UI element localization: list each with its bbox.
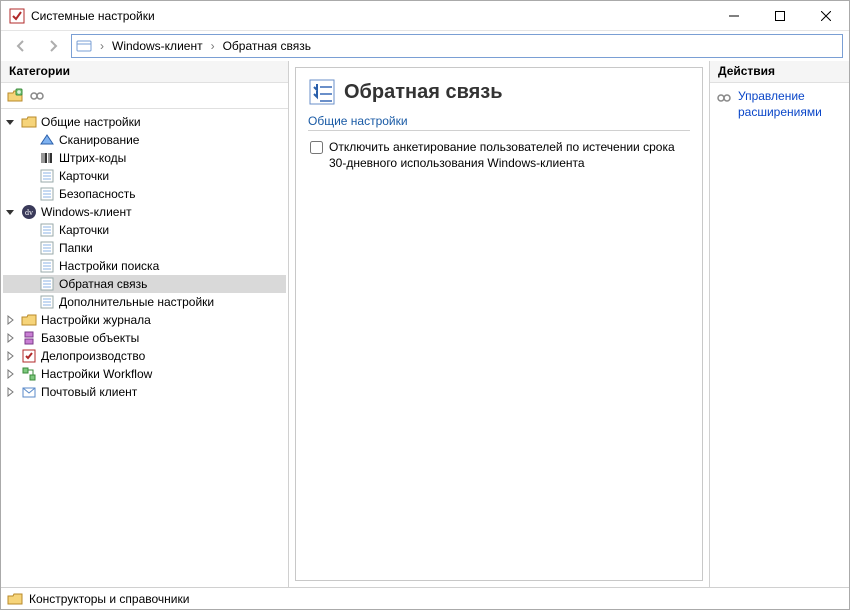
maximize-button[interactable]	[757, 1, 803, 31]
base-icon	[21, 330, 37, 346]
group-title: Общие настройки	[308, 114, 690, 128]
actions-header: Действия	[710, 61, 849, 83]
links-icon[interactable]	[29, 88, 45, 104]
sidebar-toolbar	[1, 83, 288, 109]
dv-icon: dv	[21, 204, 37, 220]
category-tree[interactable]: Общие настройки Сканирование Штрих-коды Кар…	[1, 109, 288, 587]
tree-item-label: Папки	[59, 241, 93, 255]
tree-item[interactable]: Папки	[3, 239, 286, 257]
form-icon	[39, 186, 55, 202]
address-bar[interactable]: › Windows-клиент › Обратная связь	[71, 34, 843, 58]
chevron-right-icon[interactable]	[3, 369, 17, 379]
statusbar: Конструкторы и справочники	[1, 587, 849, 609]
mail-icon	[21, 384, 37, 400]
tree-item[interactable]: Делопроизводство	[3, 347, 286, 365]
tree-item[interactable]: Обратная связь	[3, 275, 286, 293]
close-button[interactable]	[803, 1, 849, 31]
tree-item-label: Делопроизводство	[41, 349, 145, 363]
tree-item-label: Настройки поиска	[59, 259, 159, 273]
svg-text:dv: dv	[25, 208, 33, 217]
nav-toolbar: › Windows-клиент › Обратная связь	[1, 31, 849, 61]
chevron-right-icon[interactable]	[3, 387, 17, 397]
disable-survey-label[interactable]: Отключить анкетирование пользователей по…	[329, 139, 688, 171]
tree-item[interactable]: Дополнительные настройки	[3, 293, 286, 311]
folder-icon	[7, 591, 23, 607]
workflow-icon	[21, 366, 37, 382]
content-title: Обратная связь	[344, 81, 503, 104]
chevron-icon: ›	[211, 39, 215, 53]
folder-icon	[21, 114, 37, 130]
tree-item-label: Настройки журнала	[41, 313, 151, 327]
chevron-down-icon[interactable]	[3, 207, 17, 217]
chevron-right-icon[interactable]	[3, 315, 17, 325]
tree-item-label: Общие настройки	[41, 115, 141, 129]
form-icon	[39, 168, 55, 184]
window-title: Системные настройки	[31, 9, 711, 23]
nav-forward-button[interactable]	[39, 34, 67, 58]
tree-item-label: Базовые объекты	[41, 331, 139, 345]
minimize-button[interactable]	[711, 1, 757, 31]
chevron-right-icon[interactable]	[3, 351, 17, 361]
tree-item-label: Настройки Workflow	[41, 367, 152, 381]
chevron-right-icon[interactable]	[3, 333, 17, 343]
tree-item[interactable]: Настройки Workflow	[3, 365, 286, 383]
form-icon	[39, 258, 55, 274]
tree-item-label: Штрих-коды	[59, 151, 126, 165]
disable-survey-checkbox[interactable]	[310, 141, 323, 154]
scan-icon	[39, 132, 55, 148]
tree-item[interactable]: Штрих-коды	[3, 149, 286, 167]
tree-item[interactable]: Почтовый клиент	[3, 383, 286, 401]
chevron-icon: ›	[100, 39, 104, 53]
tree-item[interactable]: dv Windows-клиент	[3, 203, 286, 221]
tree-item[interactable]: Карточки	[3, 221, 286, 239]
tree-item-label: Дополнительные настройки	[59, 295, 214, 309]
nav-back-button[interactable]	[7, 34, 35, 58]
statusbar-text: Конструкторы и справочники	[29, 592, 189, 606]
tree-item[interactable]: Карточки	[3, 167, 286, 185]
tree-item-label: Почтовый клиент	[41, 385, 137, 399]
sidebar: Категории Общие настройки Сканирование Штр…	[1, 61, 289, 587]
tree-item-label: Обратная связь	[59, 277, 147, 291]
settings-group: Общие настройки Отключить анкетирование …	[308, 114, 690, 173]
tree-item-label: Карточки	[59, 223, 109, 237]
tree-item[interactable]: Базовые объекты	[3, 329, 286, 347]
folder-icon	[21, 312, 37, 328]
tree-item-label: Windows-клиент	[41, 205, 132, 219]
tree-item-label: Безопасность	[59, 187, 136, 201]
tree-item-label: Карточки	[59, 169, 109, 183]
app-icon	[9, 8, 25, 24]
path-icon	[76, 38, 92, 54]
manage-extensions-label: Управление расширениями	[738, 89, 843, 120]
barcode-icon	[39, 150, 55, 166]
chevron-down-icon[interactable]	[3, 117, 17, 127]
tree-item[interactable]: Безопасность	[3, 185, 286, 203]
tree-item[interactable]: Сканирование	[3, 131, 286, 149]
actions-panel: Действия Управление расширениями	[709, 61, 849, 587]
breadcrumb-item[interactable]: Обратная связь	[223, 39, 311, 53]
tree-item[interactable]: Настройки поиска	[3, 257, 286, 275]
checklist-icon	[308, 78, 336, 106]
tree-item-label: Сканирование	[59, 133, 139, 147]
sidebar-header: Категории	[1, 61, 288, 83]
new-folder-icon[interactable]	[7, 88, 23, 104]
titlebar: Системные настройки	[1, 1, 849, 31]
tree-item[interactable]: Общие настройки	[3, 113, 286, 131]
content-panel: Обратная связь Общие настройки Отключить…	[295, 67, 703, 581]
tree-item[interactable]: Настройки журнала	[3, 311, 286, 329]
form-icon	[39, 294, 55, 310]
links-icon	[716, 90, 732, 106]
form-icon	[39, 222, 55, 238]
breadcrumb-item[interactable]: Windows-клиент	[112, 39, 203, 53]
form-icon	[39, 240, 55, 256]
case-icon	[21, 348, 37, 364]
manage-extensions-link[interactable]: Управление расширениями	[716, 89, 843, 120]
form-icon	[39, 276, 55, 292]
